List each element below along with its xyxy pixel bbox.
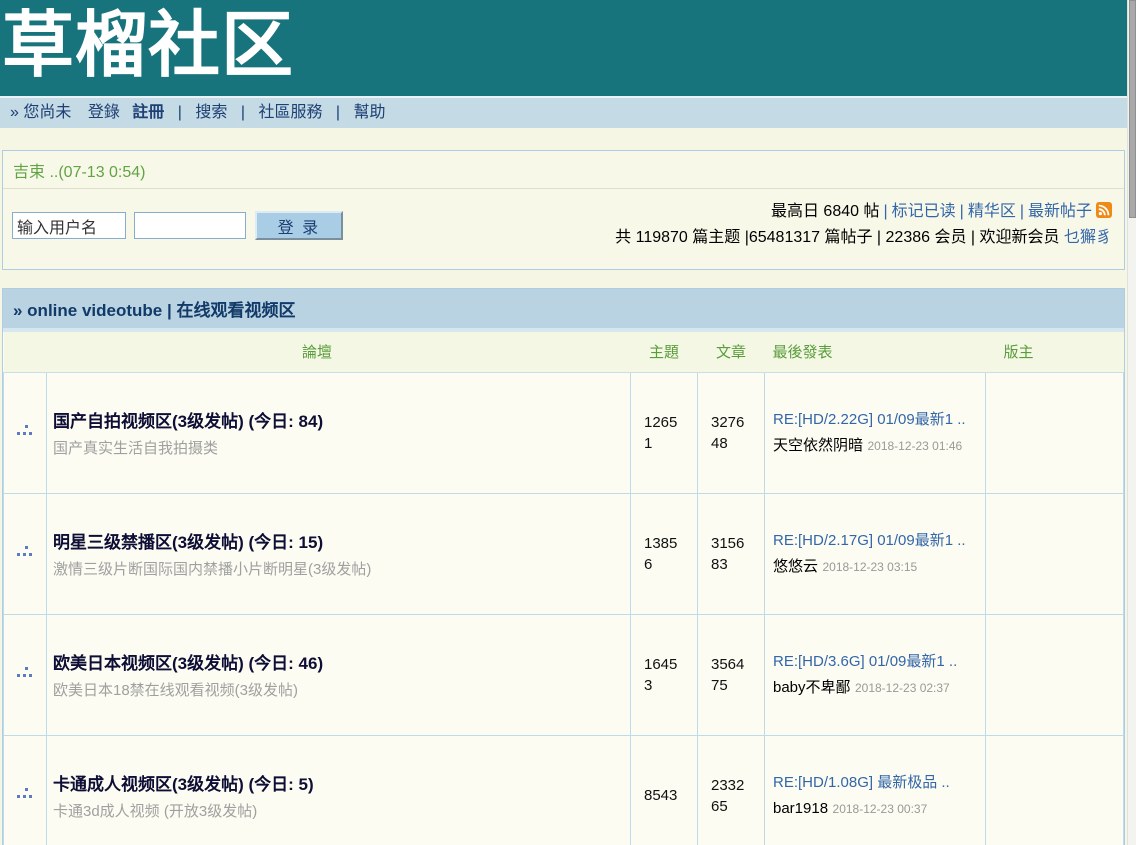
table-header-row: 論壇 主題 文章 最後發表 版主	[4, 332, 1124, 372]
forum-cell: 欧美日本视频区(3级发帖) (今日: 46) 欧美日本18禁在线观看视频(3级发…	[47, 614, 631, 735]
forum-status-icon	[4, 493, 47, 614]
page: 草榴社区 » 您尚未 登錄 註冊 | 搜索 | 社區服務 | 幫助 吉束 ..(…	[0, 0, 1127, 845]
moderator-cell	[986, 493, 1124, 614]
nav-divider: |	[336, 104, 340, 121]
rss-icon[interactable]	[1096, 201, 1112, 217]
nav-search-link[interactable]: 搜索	[195, 104, 227, 121]
last-post-time: 2018-12-23 02:37	[855, 681, 950, 695]
announcement-panel: 吉束 ..(07-13 0:54) 登 录 最高日 6840 帖|标记已读|精华…	[2, 150, 1125, 270]
forum-category-panel: » online videotube | 在线观看视频区 論壇 主題 文章 最後…	[2, 288, 1125, 845]
topic-count: 8543	[631, 735, 698, 845]
nav-divider: |	[178, 104, 182, 121]
last-post-cell: RE:[HD/1.08G] 最新极品 .. bar1918 2018-12-23…	[765, 735, 986, 845]
nav-register-link[interactable]: 註冊	[132, 104, 164, 121]
password-input[interactable]	[134, 212, 246, 239]
login-area: 登 录 最高日 6840 帖|标记已读|精华区|最新帖子 共 119870 篇主…	[3, 189, 1124, 269]
forum-status-icon	[4, 735, 47, 845]
topic-count: 16453	[631, 614, 698, 735]
forum-description: 欧美日本18禁在线观看视频(3级发帖)	[53, 679, 620, 700]
topic-count: 13856	[631, 493, 698, 614]
announcement-text[interactable]: 吉束 ..(07-13 0:54)	[3, 151, 1124, 189]
stats-divider: |	[960, 203, 964, 220]
last-post-author[interactable]: 悠悠云	[773, 558, 818, 575]
last-post-cell: RE:[HD/2.17G] 01/09最新1 .. 悠悠云 2018-12-23…	[765, 493, 986, 614]
last-post-cell: RE:[HD/3.6G] 01/09最新1 .. baby不卑鄙 2018-12…	[765, 614, 986, 735]
totals-text: 共 119870 篇主题 |65481317 篇帖子 | 22386 会员 | …	[615, 229, 1059, 246]
nav-login-link[interactable]: 登錄	[88, 104, 120, 121]
forum-cell: 国产自拍视频区(3级发帖) (今日: 84) 国产真实生活自我拍摄类	[47, 372, 631, 493]
max-day-posts: 最高日 6840 帖	[771, 203, 880, 220]
last-post-time: 2018-12-23 03:15	[822, 560, 917, 574]
top-navbar: » 您尚未 登錄 註冊 | 搜索 | 社區服務 | 幫助	[0, 96, 1127, 128]
stats-line1: 最高日 6840 帖|标记已读|精华区|最新帖子	[615, 199, 1112, 225]
forum-link[interactable]: 卡通成人视频区(3级发帖) (今日: 5)	[53, 770, 620, 795]
stats-line2: 共 119870 篇主题 |65481317 篇帖子 | 22386 会员 | …	[615, 225, 1112, 251]
moderator-cell	[986, 614, 1124, 735]
forum-row: 卡通成人视频区(3级发帖) (今日: 5) 卡通3d成人视频 (开放3级发帖) …	[4, 735, 1124, 845]
last-post-time: 2018-12-23 00:37	[833, 802, 928, 816]
login-status-text: » 您尚未	[10, 104, 71, 121]
post-count: 233265	[698, 735, 765, 845]
newest-member-link[interactable]: 乜獬豸	[1064, 229, 1112, 246]
last-post-link[interactable]: RE:[HD/2.22G] 01/09最新1 ..	[773, 408, 977, 431]
forum-status-icon	[4, 372, 47, 493]
board-stats: 最高日 6840 帖|标记已读|精华区|最新帖子 共 119870 篇主题 |6…	[615, 199, 1112, 251]
category-title[interactable]: » online videotube | 在线观看视频区	[3, 289, 1124, 332]
moderator-cell	[986, 735, 1124, 845]
forum-table: 論壇 主題 文章 最後發表 版主 国产自拍视频区(3级发帖) (今日: 84) …	[3, 332, 1124, 845]
last-post-author[interactable]: baby不卑鄙	[773, 679, 851, 696]
column-moderator: 版主	[986, 332, 1124, 372]
forum-link[interactable]: 国产自拍视频区(3级发帖) (今日: 84)	[53, 407, 620, 432]
site-banner: 草榴社区	[0, 0, 1127, 96]
stats-divider: |	[1020, 203, 1024, 220]
last-post-cell: RE:[HD/2.22G] 01/09最新1 .. 天空依然阴暗 2018-12…	[765, 372, 986, 493]
forum-cell: 明星三级禁播区(3级发帖) (今日: 15) 激情三级片断国际国内禁播小片断明星…	[47, 493, 631, 614]
stats-divider: |	[883, 203, 887, 220]
scrollbar-thumb[interactable]	[1129, 0, 1136, 218]
last-post-link[interactable]: RE:[HD/3.6G] 01/09最新1 ..	[773, 650, 977, 673]
last-post-link[interactable]: RE:[HD/2.17G] 01/09最新1 ..	[773, 529, 977, 552]
column-posts: 文章	[698, 332, 765, 372]
nav-help-link[interactable]: 幫助	[354, 104, 386, 121]
nav-divider: |	[241, 104, 245, 121]
forum-link[interactable]: 欧美日本视频区(3级发帖) (今日: 46)	[53, 649, 620, 674]
nav-services-link[interactable]: 社區服務	[258, 104, 322, 121]
post-count: 315683	[698, 493, 765, 614]
login-button[interactable]: 登 录	[255, 211, 343, 240]
forum-description: 国产真实生活自我拍摄类	[53, 437, 620, 458]
mark-read-link[interactable]: 标记已读	[892, 203, 956, 220]
digest-link[interactable]: 精华区	[968, 203, 1016, 220]
forum-row: 明星三级禁播区(3级发帖) (今日: 15) 激情三级片断国际国内禁播小片断明星…	[4, 493, 1124, 614]
forum-row: 欧美日本视频区(3级发帖) (今日: 46) 欧美日本18禁在线观看视频(3级发…	[4, 614, 1124, 735]
forum-row: 国产自拍视频区(3级发帖) (今日: 84) 国产真实生活自我拍摄类 12651…	[4, 372, 1124, 493]
site-title: 草榴社区	[2, 0, 1127, 92]
last-post-time: 2018-12-23 01:46	[867, 439, 962, 453]
post-count: 356475	[698, 614, 765, 735]
post-count: 327648	[698, 372, 765, 493]
last-post-author[interactable]: bar1918	[773, 800, 828, 817]
forum-link[interactable]: 明星三级禁播区(3级发帖) (今日: 15)	[53, 528, 620, 553]
column-topics: 主題	[631, 332, 698, 372]
forum-status-icon	[4, 614, 47, 735]
forum-cell: 卡通成人视频区(3级发帖) (今日: 5) 卡通3d成人视频 (开放3级发帖)	[47, 735, 631, 845]
topic-count: 12651	[631, 372, 698, 493]
column-forum: 論壇	[4, 332, 631, 372]
username-input[interactable]	[12, 212, 126, 239]
column-last-post: 最後發表	[765, 332, 986, 372]
forum-description: 卡通3d成人视频 (开放3级发帖)	[53, 800, 620, 821]
forum-description: 激情三级片断国际国内禁播小片断明星(3级发帖)	[53, 558, 620, 579]
vertical-scrollbar[interactable]	[1127, 0, 1136, 845]
last-post-author[interactable]: 天空依然阴暗	[773, 437, 863, 454]
last-post-link[interactable]: RE:[HD/1.08G] 最新极品 ..	[773, 771, 977, 794]
moderator-cell	[986, 372, 1124, 493]
latest-posts-link[interactable]: 最新帖子	[1028, 203, 1092, 220]
